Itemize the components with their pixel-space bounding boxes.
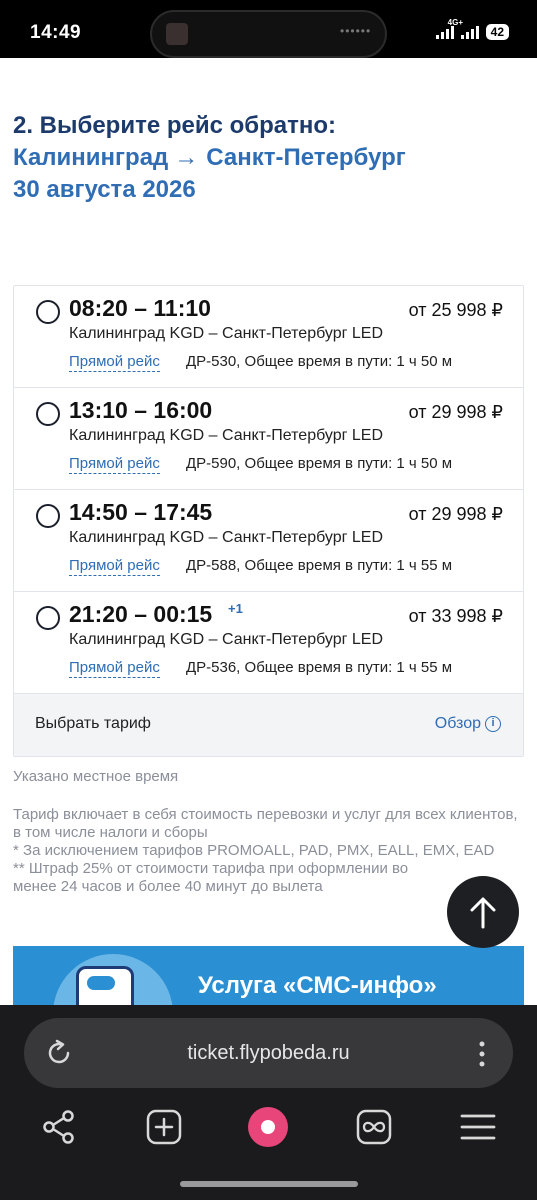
flight-radio[interactable] xyxy=(36,606,60,630)
arrow-up-icon xyxy=(470,897,496,929)
flight-details: ДР-536, Общее время в пути: 1 ч 55 м xyxy=(186,659,453,676)
status-time: 14:49 xyxy=(30,22,82,43)
flight-times: 08:20 – 11:10 xyxy=(69,295,211,321)
tariff-note-1: Тариф включает в себя стоимость перевозк… xyxy=(13,806,518,841)
direct-flight-link[interactable]: Прямой рейс xyxy=(69,659,160,678)
flight-price: от 25 998 ₽ xyxy=(408,300,503,320)
island-dots-icon: •••••• xyxy=(340,24,372,38)
assistant-icon[interactable] xyxy=(248,1107,288,1147)
scroll-to-top-button[interactable] xyxy=(447,876,519,948)
flight-date: 30 августа 2026 xyxy=(13,176,196,203)
page-content: 2. Выберите рейс обратно: Калининград → Са… xyxy=(0,58,537,1005)
tariff-note-3: ** Штраф 25% от стоимости тарифа при офо… xyxy=(13,860,409,877)
direct-flight-link[interactable]: Прямой рейс xyxy=(69,353,160,372)
browser-toolbar: ticket.flypobeda.ru xyxy=(0,1005,537,1200)
tariff-note-2: * За исключением тарифов PROMOALL, PAD, … xyxy=(13,842,495,859)
flight-details: ДР-530, Общее время в пути: 1 ч 50 м xyxy=(186,353,453,370)
chat-bubble-icon xyxy=(87,976,115,990)
route-to: Санкт-Петербург xyxy=(206,144,406,171)
url-text: ticket.flypobeda.ru xyxy=(187,1042,350,1064)
flight-details: ДР-588, Общее время в пути: 1 ч 55 м xyxy=(186,557,453,574)
flight-radio[interactable] xyxy=(36,300,60,324)
share-icon[interactable] xyxy=(40,1107,80,1147)
flight-option[interactable]: 08:20 – 11:10 от 25 998 ₽ Калининград KG… xyxy=(14,286,523,388)
battery-icon: 42 xyxy=(485,24,509,40)
tariff-note-4: менее 24 часов и более 40 минут до вылет… xyxy=(13,878,323,895)
signal-icon xyxy=(435,25,454,39)
choose-tariff-label: Выбрать тариф xyxy=(35,715,151,732)
tabs-icon[interactable] xyxy=(354,1107,394,1147)
flight-airports: Калининград KGD – Санкт-Петербург LED xyxy=(69,427,384,444)
page-title: 2. Выберите рейс обратно: xyxy=(13,112,337,139)
flight-times: 21:20 – 00:15 xyxy=(69,601,213,627)
hamburger-menu-icon[interactable] xyxy=(458,1107,498,1147)
now-playing-icon xyxy=(166,23,188,45)
flight-option[interactable]: 14:50 – 17:45 от 29 998 ₽ Калининград KG… xyxy=(14,490,523,592)
flight-option[interactable]: 13:10 – 16:00 от 29 998 ₽ Калининград KG… xyxy=(14,388,523,490)
local-time-note: Указано местное время xyxy=(13,768,179,785)
route: Калининград → Санкт-Петербург xyxy=(13,142,406,174)
flight-airports: Калининград KGD – Санкт-Петербург LED xyxy=(69,529,384,546)
flight-price: от 29 998 ₽ xyxy=(408,402,503,422)
overview-label: Обзор xyxy=(434,715,481,732)
route-from: Калининград xyxy=(13,144,169,171)
next-day-badge: +1 xyxy=(228,601,243,616)
tariff-note: Тариф включает в себя стоимость перевозк… xyxy=(13,806,523,896)
flight-airports: Калининград KGD – Санкт-Петербург LED xyxy=(69,325,384,342)
address-bar[interactable]: ticket.flypobeda.ru xyxy=(24,1018,513,1088)
dynamic-island: •••••• xyxy=(150,10,387,58)
flight-times: 13:10 – 16:00 xyxy=(69,397,213,423)
direct-flight-link[interactable]: Прямой рейс xyxy=(69,557,160,576)
flight-details: ДР-590, Общее время в пути: 1 ч 50 м xyxy=(186,455,453,472)
flights-list: 08:20 – 11:10 от 25 998 ₽ Калининград KG… xyxy=(13,285,524,757)
info-icon: i xyxy=(485,716,501,732)
flight-radio[interactable] xyxy=(36,504,60,528)
overview-link[interactable]: Обзор i xyxy=(435,715,501,733)
sms-info-banner[interactable]: Услуга «СМС-инфо» xyxy=(13,946,524,1005)
home-indicator[interactable] xyxy=(180,1181,358,1187)
direct-flight-link[interactable]: Прямой рейс xyxy=(69,455,160,474)
banner-title: Услуга «СМС-инфо» xyxy=(198,972,437,999)
signal-icon-2 xyxy=(460,25,479,39)
flight-airports: Калининград KGD – Санкт-Петербург LED xyxy=(69,631,384,648)
flight-times: 14:50 – 17:45 xyxy=(69,499,213,525)
status-indicators: 42 xyxy=(435,24,509,40)
more-vertical-icon[interactable] xyxy=(479,1040,485,1068)
flight-option[interactable]: 21:20 – 00:15 +1 от 33 998 ₽ Калининград… xyxy=(14,592,523,694)
flight-radio[interactable] xyxy=(36,402,60,426)
flight-price: от 33 998 ₽ xyxy=(408,606,503,626)
browser-nav xyxy=(0,1107,537,1157)
status-bar: 14:49 •••••• 4G+ 42 xyxy=(0,0,537,58)
new-tab-icon[interactable] xyxy=(144,1107,184,1147)
flight-price: от 29 998 ₽ xyxy=(408,504,503,524)
tariff-row: Выбрать тариф Обзор i xyxy=(14,694,523,756)
route-arrow-icon: → xyxy=(174,144,199,171)
